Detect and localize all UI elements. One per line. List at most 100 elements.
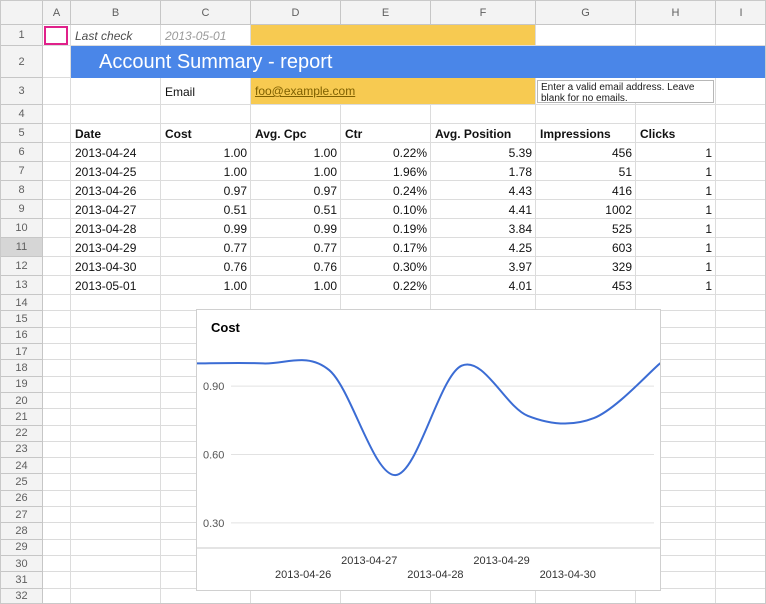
cell-E10[interactable]: 0.19% xyxy=(341,219,431,238)
row-header-7[interactable]: 7 xyxy=(1,162,43,181)
cell-A27[interactable] xyxy=(43,507,71,523)
cell-B31[interactable] xyxy=(71,572,161,588)
cell-G11[interactable]: 603 xyxy=(536,238,636,257)
cell-F12[interactable]: 3.97 xyxy=(431,257,536,276)
row-header-19[interactable]: 19 xyxy=(1,377,43,393)
cell-C11[interactable]: 0.77 xyxy=(161,238,251,257)
cell-E13[interactable]: 0.22% xyxy=(341,276,431,295)
cell-G13[interactable]: 453 xyxy=(536,276,636,295)
table-header-impressions[interactable]: Impressions xyxy=(536,124,636,143)
cell-H10[interactable]: 1 xyxy=(636,219,716,238)
cell-D11[interactable]: 0.77 xyxy=(251,238,341,257)
cell-H9[interactable]: 1 xyxy=(636,200,716,219)
cell-F6[interactable]: 5.39 xyxy=(431,143,536,162)
cell-B25[interactable] xyxy=(71,474,161,490)
cell-F4[interactable] xyxy=(431,105,536,124)
email-link[interactable]: foo@example.com xyxy=(255,84,355,98)
cell-B4[interactable] xyxy=(71,105,161,124)
row-header-6[interactable]: 6 xyxy=(1,143,43,162)
cell-G7[interactable]: 51 xyxy=(536,162,636,181)
cell-D8[interactable]: 0.97 xyxy=(251,181,341,200)
cell-C13[interactable]: 1.00 xyxy=(161,276,251,295)
cell-I32[interactable] xyxy=(716,589,766,604)
cell-H11[interactable]: 1 xyxy=(636,238,716,257)
cell-F10[interactable]: 3.84 xyxy=(431,219,536,238)
row-header-21[interactable]: 21 xyxy=(1,409,43,425)
column-header-H[interactable]: H xyxy=(636,1,716,25)
cell-D13[interactable]: 1.00 xyxy=(251,276,341,295)
cell-A8[interactable] xyxy=(43,181,71,200)
cell-E12[interactable]: 0.30% xyxy=(341,257,431,276)
cell-A23[interactable] xyxy=(43,442,71,458)
cell-B26[interactable] xyxy=(71,491,161,507)
cell-I22[interactable] xyxy=(716,426,766,442)
cell-I19[interactable] xyxy=(716,377,766,393)
column-header-G[interactable]: G xyxy=(536,1,636,25)
cell-B6[interactable]: 2013-04-24 xyxy=(71,143,161,162)
row-header-5[interactable]: 5 xyxy=(1,124,43,143)
cell-I8[interactable] xyxy=(716,181,766,200)
row-header-1[interactable]: 1 xyxy=(1,25,43,46)
cell-D12[interactable]: 0.76 xyxy=(251,257,341,276)
cell-B13[interactable]: 2013-05-01 xyxy=(71,276,161,295)
table-header-ctr[interactable]: Ctr xyxy=(341,124,431,143)
row-header-13[interactable]: 13 xyxy=(1,276,43,295)
cell-G6[interactable]: 456 xyxy=(536,143,636,162)
cell-I21[interactable] xyxy=(716,409,766,425)
cell-B29[interactable] xyxy=(71,540,161,556)
row-header-2[interactable]: 2 xyxy=(1,46,43,78)
cell-B9[interactable]: 2013-04-27 xyxy=(71,200,161,219)
highlight-range-D1-F1[interactable] xyxy=(251,25,536,46)
cell-A1-overlay[interactable] xyxy=(43,25,71,46)
cell-F11[interactable]: 4.25 xyxy=(431,238,536,257)
cell-A9[interactable] xyxy=(43,200,71,219)
select-all-corner[interactable] xyxy=(1,1,43,25)
table-header-avg-position[interactable]: Avg. Position xyxy=(431,124,536,143)
cell-B24[interactable] xyxy=(71,458,161,474)
cell-A11[interactable] xyxy=(43,238,71,257)
row-header-17[interactable]: 17 xyxy=(1,344,43,360)
cell-H13[interactable]: 1 xyxy=(636,276,716,295)
table-header-date[interactable]: Date xyxy=(71,124,161,143)
cell-B23[interactable] xyxy=(71,442,161,458)
cell-I28[interactable] xyxy=(716,523,766,539)
cell-A4[interactable] xyxy=(43,105,71,124)
column-header-E[interactable]: E xyxy=(341,1,431,25)
cell-I20[interactable] xyxy=(716,393,766,409)
cost-chart[interactable]: 0.300.600.902013-04-262013-04-272013-04-… xyxy=(196,309,661,591)
cell-I12[interactable] xyxy=(716,257,766,276)
cell-A10[interactable] xyxy=(43,219,71,238)
cell-E7[interactable]: 1.96% xyxy=(341,162,431,181)
cell-G8[interactable]: 416 xyxy=(536,181,636,200)
cell-B19[interactable] xyxy=(71,377,161,393)
cell-D3-email-value[interactable]: foo@example.com xyxy=(251,78,536,105)
cell-F13[interactable]: 4.01 xyxy=(431,276,536,295)
cell-B18[interactable] xyxy=(71,360,161,376)
cell-C1-last-check-value[interactable]: 2013-05-01 xyxy=(161,25,251,46)
cell-C12[interactable]: 0.76 xyxy=(161,257,251,276)
cell-B15[interactable] xyxy=(71,311,161,327)
cell-A12[interactable] xyxy=(43,257,71,276)
cell-B32[interactable] xyxy=(71,589,161,604)
cell-I18[interactable] xyxy=(716,360,766,376)
column-header-B[interactable]: B xyxy=(71,1,161,25)
cell-I26[interactable] xyxy=(716,491,766,507)
cell-A32[interactable] xyxy=(43,589,71,604)
cell-A16[interactable] xyxy=(43,328,71,344)
cell-B7[interactable]: 2013-04-25 xyxy=(71,162,161,181)
cell-E9[interactable]: 0.10% xyxy=(341,200,431,219)
cell-A19[interactable] xyxy=(43,377,71,393)
row-header-11[interactable]: 11 xyxy=(1,238,43,257)
cell-D7[interactable]: 1.00 xyxy=(251,162,341,181)
cell-H1[interactable] xyxy=(636,25,716,46)
table-header-cost[interactable]: Cost xyxy=(161,124,251,143)
cell-C6[interactable]: 1.00 xyxy=(161,143,251,162)
cell-B30[interactable] xyxy=(71,556,161,572)
cell-A17[interactable] xyxy=(43,344,71,360)
cell-F8[interactable]: 4.43 xyxy=(431,181,536,200)
table-header-clicks[interactable]: Clicks xyxy=(636,124,716,143)
cell-A5[interactable] xyxy=(43,124,71,143)
cell-A30[interactable] xyxy=(43,556,71,572)
cell-B8[interactable]: 2013-04-26 xyxy=(71,181,161,200)
row-header-8[interactable]: 8 xyxy=(1,181,43,200)
